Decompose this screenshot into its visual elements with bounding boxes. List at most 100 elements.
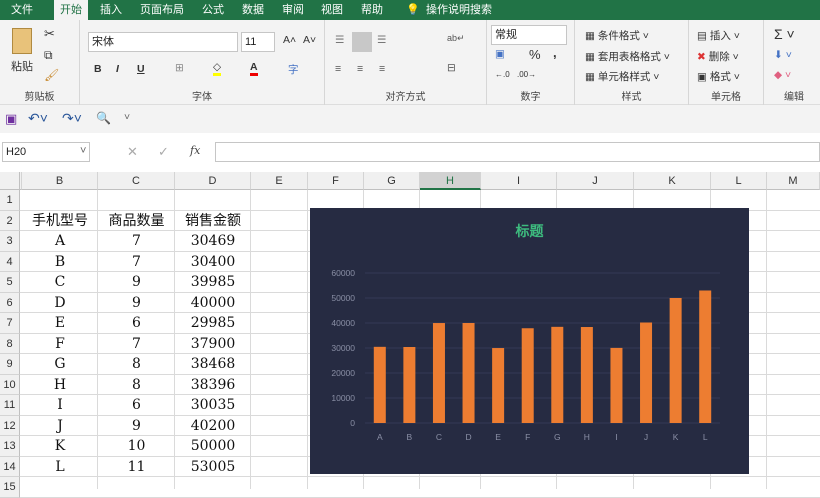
decrease-decimal-icon[interactable]: .00→ (517, 70, 536, 79)
cell[interactable]: C (22, 273, 98, 293)
cell[interactable]: 9 (98, 273, 175, 293)
tab-7[interactable]: 视图 (315, 0, 349, 20)
column-header-D[interactable]: D (175, 172, 251, 190)
format-painter-icon[interactable]: 🖌 (44, 68, 59, 82)
middle-align-button[interactable] (352, 32, 372, 52)
cell[interactable]: I (22, 396, 98, 416)
increase-decimal-icon[interactable]: ←.0 (495, 70, 510, 79)
cell[interactable]: J (22, 417, 98, 437)
cell[interactable]: 30035 (175, 396, 251, 416)
row-header-9[interactable]: 9 (0, 354, 20, 375)
cell[interactable]: 30469 (175, 232, 251, 252)
cell[interactable]: 6 (98, 396, 175, 416)
bold-button[interactable]: B (94, 63, 102, 75)
autosum-icon[interactable]: Σ ˅ (774, 26, 795, 42)
shrink-font-icon[interactable]: A˅ (303, 34, 316, 46)
cell[interactable]: D (22, 294, 98, 314)
row-header-1[interactable]: 1 (0, 190, 20, 211)
row-header-7[interactable]: 7 (0, 313, 20, 334)
cell[interactable]: 销售金额 (175, 212, 251, 232)
row-header-8[interactable]: 8 (0, 333, 20, 354)
row-header-6[interactable]: 6 (0, 292, 20, 313)
cell[interactable]: A (22, 232, 98, 252)
font-color-icon[interactable]: A (250, 61, 258, 76)
grow-font-icon[interactable]: A˄ (283, 34, 296, 46)
cell[interactable]: 38396 (175, 376, 251, 396)
cell[interactable]: 39985 (175, 273, 251, 293)
row-header-11[interactable]: 11 (0, 395, 20, 416)
row-header-5[interactable]: 5 (0, 272, 20, 293)
cell[interactable]: 手机型号 (22, 212, 98, 232)
format-cells-button[interactable]: ▣ 格式 ˅ (697, 69, 740, 84)
column-header-K[interactable]: K (634, 172, 711, 190)
cell[interactable]: 10 (98, 437, 175, 457)
cell[interactable]: 商品数量 (98, 212, 175, 232)
underline-button[interactable]: U (137, 63, 145, 75)
tab-3[interactable]: 页面布局 (134, 0, 190, 20)
cell[interactable]: 9 (98, 417, 175, 437)
tab-6[interactable]: 审阅 (276, 0, 310, 20)
cell[interactable]: 6 (98, 314, 175, 334)
cell[interactable]: 37900 (175, 335, 251, 355)
conditional-format-button[interactable]: ▦ 条件格式 ˅ (585, 28, 649, 43)
row-header-3[interactable]: 3 (0, 231, 20, 252)
bottom-align-icon[interactable]: ☰ (377, 34, 386, 46)
cell[interactable]: 8 (98, 355, 175, 375)
column-header-E[interactable]: E (251, 172, 308, 190)
cell[interactable]: 30400 (175, 253, 251, 273)
cell[interactable]: H (22, 376, 98, 396)
tab-0[interactable]: 文件 (5, 0, 39, 20)
cell[interactable]: L (22, 458, 98, 478)
insert-cells-button[interactable]: ▤ 插入 ˅ (697, 28, 740, 43)
fill-icon[interactable]: ⬇ ˅ (774, 49, 792, 61)
bar-chart[interactable]: 标题 0 10000 20000 30000 40000 50000 60000 A B C D E F… (310, 208, 749, 474)
save-icon[interactable]: ▣ (5, 111, 17, 127)
clear-icon[interactable]: ◆ ˅ (774, 69, 791, 81)
merge-icon[interactable]: ⊟ (447, 62, 456, 74)
cut-icon[interactable]: ✂ (44, 26, 55, 42)
top-align-icon[interactable]: ☰ (335, 34, 344, 46)
select-all-button[interactable] (0, 172, 20, 190)
font-name-select[interactable]: 宋体 (88, 32, 238, 52)
redo-icon[interactable]: ↷˅ (62, 110, 82, 127)
row-header-13[interactable]: 13 (0, 436, 20, 457)
fill-color-icon[interactable]: ◇ (213, 61, 222, 76)
comma-button[interactable]: , (553, 45, 557, 60)
column-header-L[interactable]: L (711, 172, 767, 190)
cell[interactable]: F (22, 335, 98, 355)
row-header-12[interactable]: 12 (0, 415, 20, 436)
customize-qat-icon[interactable]: ˅ (124, 111, 130, 123)
tab-1[interactable]: 开始 (54, 0, 88, 20)
cell[interactable]: 40000 (175, 294, 251, 314)
row-header-4[interactable]: 4 (0, 251, 20, 272)
currency-icon[interactable]: ▣ (495, 48, 505, 60)
paste-icon[interactable] (12, 28, 32, 54)
tab-5[interactable]: 数据 (236, 0, 270, 20)
enter-icon[interactable]: ✓ (158, 144, 169, 160)
align-right-icon[interactable]: ≡ (379, 63, 385, 75)
cancel-icon[interactable]: ✕ (127, 144, 138, 160)
column-header-F[interactable]: F (308, 172, 364, 190)
cell[interactable]: 8 (98, 376, 175, 396)
column-header-C[interactable]: C (98, 172, 175, 190)
cell[interactable]: 38468 (175, 355, 251, 375)
cell[interactable]: 50000 (175, 437, 251, 457)
cell[interactable]: 29985 (175, 314, 251, 334)
border-icon[interactable]: ⊞ (175, 62, 184, 74)
number-format-select[interactable]: 常规 (491, 25, 567, 45)
cell[interactable]: 7 (98, 335, 175, 355)
cell[interactable]: 53005 (175, 458, 251, 478)
namebox-dropdown-icon[interactable]: ˅ (80, 145, 86, 157)
italic-button[interactable]: I (116, 63, 119, 75)
tab-2[interactable]: 插入 (94, 0, 128, 20)
cell[interactable]: 7 (98, 253, 175, 273)
phonetic-icon[interactable]: 字 (288, 62, 299, 77)
tab-4[interactable]: 公式 (196, 0, 230, 20)
cell[interactable]: B (22, 253, 98, 273)
align-left-icon[interactable]: ≡ (335, 63, 341, 75)
column-header-M[interactable]: M (767, 172, 820, 190)
formula-input[interactable] (215, 142, 820, 162)
row-header-10[interactable]: 10 (0, 374, 20, 395)
insert-function-button[interactable]: fx (190, 144, 200, 157)
paste-button[interactable]: 粘贴 (11, 58, 33, 74)
